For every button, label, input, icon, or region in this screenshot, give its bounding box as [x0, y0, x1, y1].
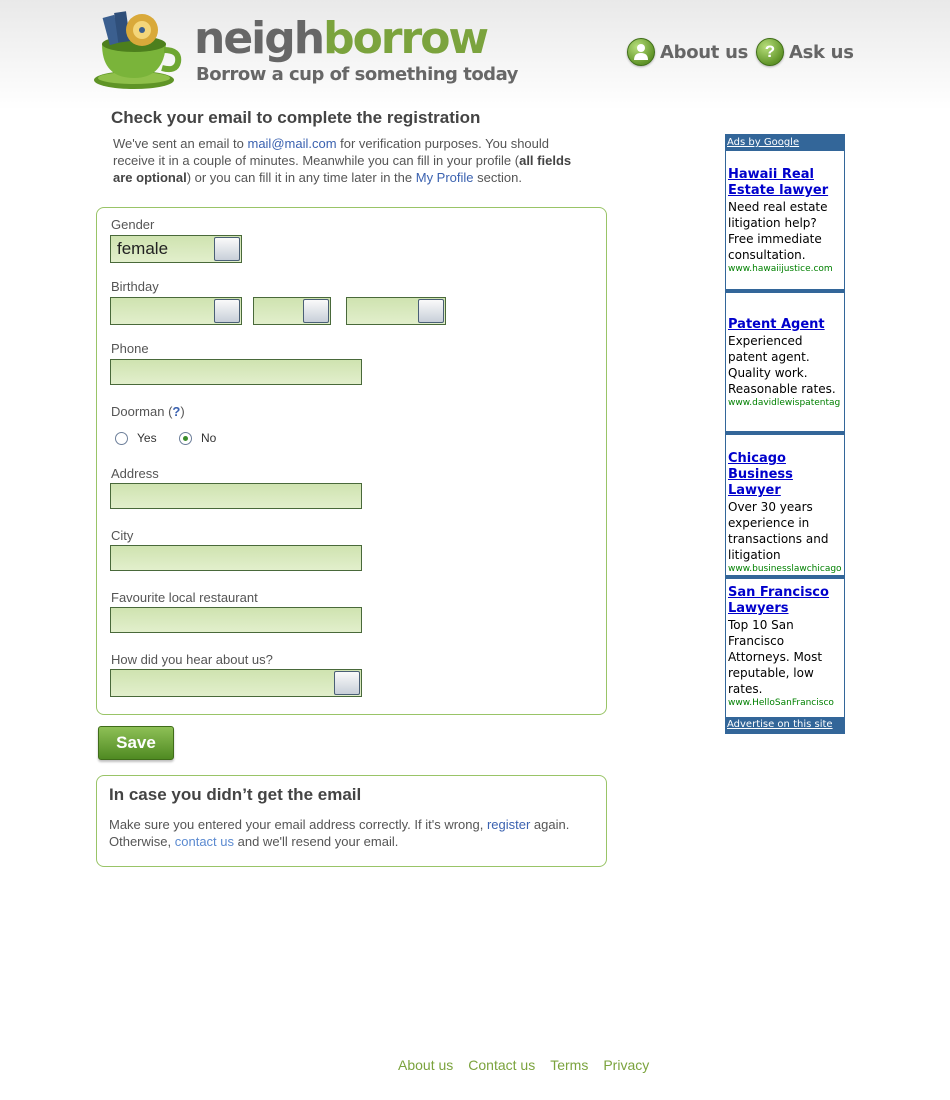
person-icon: [627, 38, 655, 66]
register-link[interactable]: register: [487, 817, 530, 832]
intro-text: We've sent an email to mail@mail.com for…: [113, 135, 593, 186]
birthday-day-select[interactable]: [253, 297, 331, 325]
footer-contact-link[interactable]: Contact us: [468, 1057, 535, 1073]
ad-separator: [726, 431, 844, 435]
address-label: Address: [111, 466, 159, 481]
question-icon: ?: [756, 38, 784, 66]
doorman-yes-label: Yes: [137, 431, 157, 445]
doorman-no-radio[interactable]: No: [179, 431, 216, 445]
doorman-no-label: No: [201, 431, 217, 445]
doorman-no-radio-circle[interactable]: [179, 431, 192, 445]
gender-label: Gender: [111, 217, 155, 232]
ad-url[interactable]: www.businesslawchicago: [728, 563, 842, 575]
address-input[interactable]: [110, 483, 362, 509]
email-help-text-1: Make sure you entered your email address…: [109, 817, 487, 832]
email-help-text: Make sure you entered your email address…: [109, 816, 594, 850]
intro-text-4: section.: [473, 170, 522, 185]
gender-select[interactable]: female: [110, 235, 242, 263]
email-help-text-3: and we'll resend your email.: [234, 834, 399, 849]
city-label: City: [111, 528, 134, 543]
ad-description: Experienced patent agent. Quality work. …: [728, 334, 836, 396]
contact-us-link[interactable]: contact us: [175, 834, 234, 849]
ad-title[interactable]: Patent Agent: [728, 317, 842, 333]
intro-text-3: ) or you can fill it in any time later i…: [186, 170, 416, 185]
referral-label: How did you hear about us?: [111, 652, 273, 667]
referral-dropdown-button[interactable]: [334, 671, 360, 695]
doorman-yes-radio[interactable]: Yes: [115, 431, 157, 445]
my-profile-link[interactable]: My Profile: [416, 170, 474, 185]
email-link[interactable]: mail@mail.com: [247, 136, 336, 151]
birthday-label: Birthday: [111, 279, 159, 294]
ad-description: Over 30 years experience in transactions…: [728, 500, 829, 562]
restaurant-input[interactable]: [110, 607, 362, 633]
birthday-day-dropdown-button[interactable]: [303, 299, 329, 323]
ads-by-google-link[interactable]: Ads by Google: [727, 137, 799, 148]
birthday-year-select[interactable]: [346, 297, 446, 325]
intro-text-1: We've sent an email to: [113, 136, 248, 151]
doorman-label-text: Doorman (: [111, 404, 173, 419]
birthday-month-select[interactable]: [110, 297, 242, 325]
nav-ask-us[interactable]: ? Ask us: [756, 38, 854, 66]
nav-ask-us-label: Ask us: [789, 41, 854, 63]
birthday-year-dropdown-button[interactable]: [418, 299, 444, 323]
nav-about-us[interactable]: About us: [627, 38, 748, 66]
referral-select[interactable]: [110, 669, 362, 697]
footer-about-link[interactable]: About us: [398, 1057, 453, 1073]
logo-cup-icon[interactable]: [92, 6, 182, 90]
ad-separator: [726, 575, 844, 579]
ad-banner: Ads by Google Hawaii Real Estate lawyer …: [725, 134, 845, 734]
footer-privacy-link[interactable]: Privacy: [603, 1057, 649, 1073]
footer-nav: About us Contact us Terms Privacy: [398, 1057, 664, 1073]
wordmark-dark: neigh: [194, 13, 325, 64]
advertise-link[interactable]: Advertise on this site: [727, 719, 833, 730]
gender-dropdown-button[interactable]: [214, 237, 240, 261]
wordmark-green: borrow: [323, 13, 489, 64]
brand-wordmark[interactable]: neighborrow: [194, 13, 489, 64]
phone-input[interactable]: [110, 359, 362, 385]
gender-value: female: [117, 239, 169, 258]
ad-url[interactable]: www.davidlewispatentag: [728, 397, 842, 409]
phone-label: Phone: [111, 341, 149, 356]
ad-title[interactable]: Chicago Business Lawyer: [728, 451, 842, 499]
email-help-title: In case you didn’t get the email: [109, 785, 362, 804]
ad-item[interactable]: Chicago Business Lawyer Over 30 years ex…: [728, 451, 842, 575]
ad-url[interactable]: www.HelloSanFrancisco: [728, 697, 842, 709]
ad-description: Need real estate litigation help? Free i…: [728, 200, 828, 262]
ad-item[interactable]: San Francisco Lawyers Top 10 San Francis…: [728, 585, 842, 709]
ad-separator: [726, 289, 844, 293]
ad-description: Top 10 San Francisco Attorneys. Most rep…: [728, 618, 823, 696]
ad-item[interactable]: Hawaii Real Estate lawyer Need real esta…: [728, 167, 842, 275]
page-title: Check your email to complete the registr…: [111, 108, 481, 127]
save-button[interactable]: Save: [98, 726, 174, 760]
nav-about-us-label: About us: [660, 41, 748, 63]
ads-footer: Advertise on this site: [726, 717, 845, 733]
ads-header: Ads by Google: [726, 135, 844, 151]
restaurant-label: Favourite local restaurant: [111, 590, 258, 605]
ad-item[interactable]: Patent Agent Experienced patent agent. Q…: [728, 317, 842, 409]
ad-title[interactable]: Hawaii Real Estate lawyer: [728, 167, 842, 199]
doorman-label-close: ): [180, 404, 185, 419]
footer-terms-link[interactable]: Terms: [550, 1057, 588, 1073]
tagline: Borrow a cup of something today: [196, 64, 518, 85]
ad-title[interactable]: San Francisco Lawyers: [728, 585, 842, 617]
city-input[interactable]: [110, 545, 362, 571]
doorman-label: Doorman (?): [111, 404, 185, 419]
ad-url[interactable]: www.hawaiijustice.com: [728, 263, 842, 275]
profile-form-panel: [96, 207, 607, 715]
birthday-month-dropdown-button[interactable]: [214, 299, 240, 323]
doorman-yes-radio-circle[interactable]: [115, 431, 128, 445]
